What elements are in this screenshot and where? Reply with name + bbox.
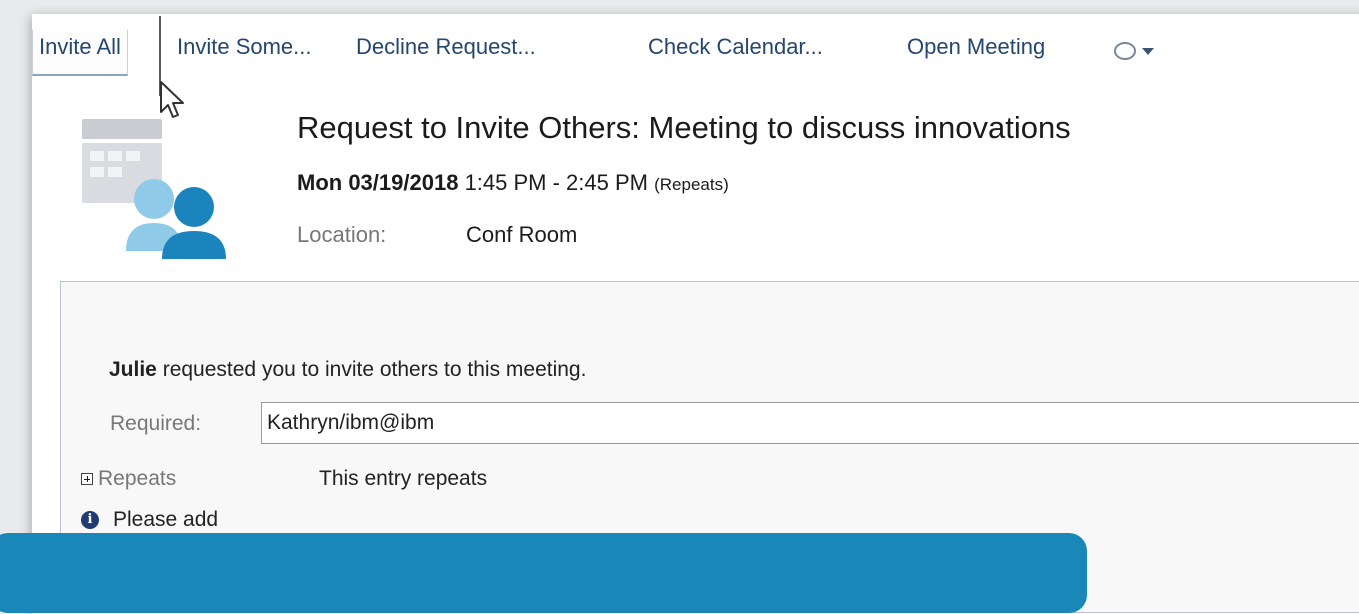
meeting-request-window: Invite All Invite Some... Decline Reques… — [32, 14, 1359, 614]
open-meeting-button[interactable]: Open Meeting — [907, 30, 1045, 64]
info-icon: i — [81, 511, 99, 529]
required-invitees-field[interactable]: Kathryn/ibm@ibm — [261, 402, 1359, 444]
meeting-date: Mon 03/19/2018 — [297, 170, 459, 195]
invite-all-button[interactable]: Invite All — [32, 30, 128, 76]
chat-bubble-icon — [1114, 42, 1136, 60]
location-label: Location: — [297, 222, 387, 247]
repeats-label: Repeats — [98, 467, 177, 490]
repeats-toggle[interactable]: Repeats — [81, 467, 176, 491]
action-toolbar: Invite All Invite Some... Decline Reques… — [32, 14, 1359, 96]
info-text: Please add — [113, 508, 219, 531]
chat-menu-button[interactable] — [1114, 34, 1154, 68]
expand-plus-icon[interactable] — [81, 473, 93, 485]
meeting-time: 1:45 PM - 2:45 PM — [464, 170, 648, 195]
caption-banner — [0, 533, 1087, 613]
location-value: Conf Room — [466, 222, 578, 247]
mouse-pointer-icon — [160, 81, 184, 118]
required-label: Required: — [110, 412, 202, 435]
caret-down-icon — [1142, 47, 1154, 55]
invite-some-button[interactable]: Invite Some... — [177, 30, 312, 64]
repeats-value: This entry repeats — [319, 467, 488, 490]
calendar-people-icon — [82, 119, 226, 259]
decline-request-button[interactable]: Decline Request... — [356, 30, 536, 64]
repeats-note: (Repeats) — [654, 175, 729, 194]
requester-name: Julie — [109, 358, 157, 381]
info-message: i Please add — [81, 508, 218, 532]
meeting-title: Request to Invite Others: Meeting to dis… — [297, 110, 1071, 145]
meeting-datetime: Mon 03/19/2018 1:45 PM - 2:45 PM (Repeat… — [297, 170, 729, 196]
request-message-text: requested you to invite others to this m… — [162, 358, 587, 381]
request-message: Julie requested you to invite others to … — [109, 358, 586, 382]
check-calendar-button[interactable]: Check Calendar... — [648, 30, 823, 64]
